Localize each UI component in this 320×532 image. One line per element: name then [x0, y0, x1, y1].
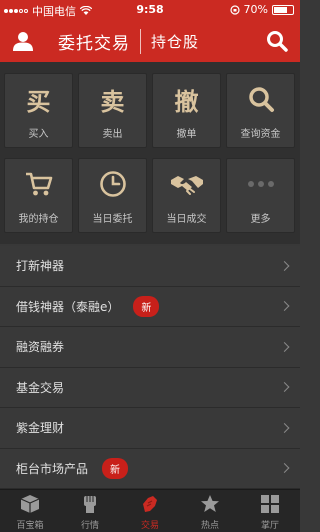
- menu-item-wealth[interactable]: 紫金理财: [0, 408, 300, 449]
- box-icon: [0, 493, 60, 515]
- tab-label: 百宝箱: [16, 521, 44, 531]
- tile-label: 我的持仓: [18, 214, 59, 225]
- cancel-icon: 撤: [174, 87, 199, 116]
- buy-icon: 买: [26, 87, 51, 116]
- search-icon: [227, 82, 294, 116]
- menu-item-fund[interactable]: 基金交易: [0, 367, 300, 408]
- battery-icon: [272, 4, 294, 15]
- tab-hot[interactable]: 热点: [180, 490, 240, 532]
- cart-icon: [5, 167, 72, 201]
- more-tile[interactable]: 更多: [226, 158, 295, 233]
- tile-label: 当日委托: [92, 214, 133, 225]
- tab-label: 交易: [140, 521, 159, 531]
- tab-trade[interactable]: 交易: [120, 490, 180, 532]
- tile-label: 更多: [250, 214, 271, 225]
- ellipsis-icon: [227, 167, 294, 201]
- battery-fill: [274, 6, 287, 13]
- menu-label: 基金交易: [16, 380, 65, 395]
- rotation-lock-icon: [229, 4, 240, 15]
- tile-label: 撤单: [176, 129, 197, 140]
- tab-label: 行情: [80, 521, 99, 531]
- tab-hall[interactable]: 掌厅: [240, 490, 300, 532]
- sell-tile[interactable]: 卖 卖出: [78, 73, 147, 148]
- new-badge: 新: [102, 457, 129, 479]
- chevron-right-icon: [279, 301, 290, 312]
- tile-label: 查询资金: [240, 129, 281, 140]
- fist-icon: [60, 493, 120, 515]
- tile-label: 卖出: [102, 129, 123, 140]
- handshake-icon: [153, 167, 220, 201]
- tab-market[interactable]: 行情: [60, 490, 120, 532]
- status-bar: 中国电信 9:58 70%: [0, 0, 300, 20]
- tab-label: 热点: [200, 521, 219, 531]
- user-button[interactable]: [12, 30, 34, 52]
- menu-label: 柜台市场产品: [16, 461, 89, 476]
- tile-label: 当日成交: [166, 214, 207, 225]
- menu-item-borrow[interactable]: 借钱神器（泰融e） 新: [0, 286, 300, 327]
- menu-label: 融资融券: [16, 340, 65, 355]
- grid-icon: [240, 493, 300, 515]
- tab-label: 掌厅: [260, 521, 279, 531]
- clock-icon: [79, 167, 146, 201]
- menu-item-ipo[interactable]: 打新神器: [0, 246, 300, 287]
- menu-label: 紫金理财: [16, 421, 65, 436]
- new-badge: 新: [133, 295, 160, 317]
- page-title[interactable]: 委托交易: [58, 28, 141, 54]
- tab-bar: 百宝箱 行情 交易 热点 掌厅: [0, 489, 300, 532]
- tile-label: 买入: [28, 129, 49, 140]
- chevron-right-icon: [279, 382, 290, 393]
- trade-icon: [120, 493, 180, 515]
- cancel-order-tile[interactable]: 撤 撤单: [152, 73, 221, 148]
- tab-toolbox[interactable]: 百宝箱: [0, 490, 60, 532]
- query-funds-tile[interactable]: 查询资金: [226, 73, 295, 148]
- today-deals-tile[interactable]: 当日成交: [152, 158, 221, 233]
- search-button[interactable]: [266, 30, 288, 52]
- today-orders-tile[interactable]: 当日委托: [78, 158, 147, 233]
- chevron-right-icon: [279, 422, 290, 433]
- battery-percent: 70%: [243, 3, 268, 16]
- menu-item-margin[interactable]: 融资融券: [0, 327, 300, 368]
- chevron-right-icon: [279, 463, 290, 474]
- header: 委托交易 持仓股: [0, 20, 300, 62]
- holdings-tile[interactable]: 我的持仓: [4, 158, 73, 233]
- status-right: 70%: [229, 3, 294, 16]
- chevron-right-icon: [279, 260, 290, 271]
- sell-icon: 卖: [100, 87, 125, 116]
- menu-label: 借钱神器（泰融e）: [16, 299, 120, 314]
- buy-tile[interactable]: 买 买入: [4, 73, 73, 148]
- menu-item-otc[interactable]: 柜台市场产品 新: [0, 448, 300, 489]
- search-icon: [267, 31, 288, 52]
- header-title-group: 委托交易 持仓股: [58, 28, 238, 54]
- chevron-right-icon: [279, 341, 290, 352]
- menu-label: 打新神器: [16, 259, 65, 274]
- menu-list: 打新神器 借钱神器（泰融e） 新 融资融券 基金交易 紫金理财 柜台市场产品 新: [0, 246, 300, 489]
- holdings-tab[interactable]: 持仓股: [151, 31, 199, 52]
- star-icon: [180, 493, 240, 515]
- function-grid: 买 买入 卖 卖出 撤 撤单 查询资金 我的持仓 当日委托 当日成交 更多: [0, 62, 300, 244]
- user-icon: [13, 32, 33, 51]
